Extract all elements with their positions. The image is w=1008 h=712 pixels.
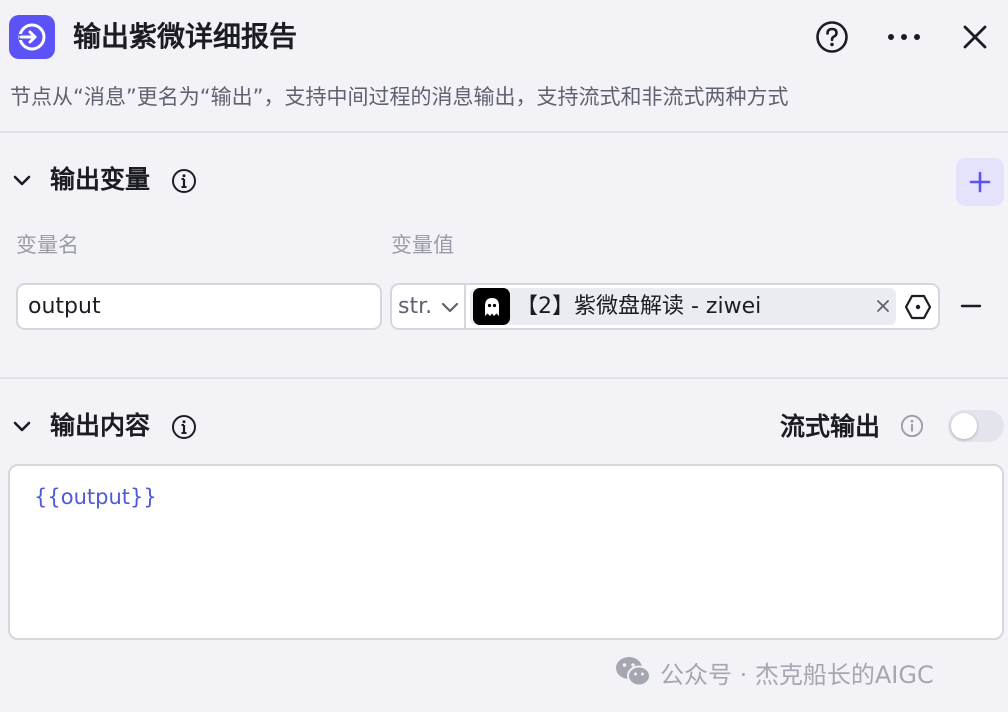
help-button[interactable] xyxy=(814,19,850,55)
info-icon[interactable] xyxy=(171,414,197,440)
variable-name-input[interactable] xyxy=(16,283,382,330)
divider xyxy=(0,377,1008,379)
streaming-output-label: 流式输出 xyxy=(780,412,881,441)
close-button[interactable] xyxy=(957,19,993,55)
add-variable-button[interactable] xyxy=(956,158,1004,206)
info-icon[interactable] xyxy=(900,414,924,438)
column-header-name: 变量名 xyxy=(16,233,79,257)
output-content-text: {{output}} xyxy=(34,485,157,509)
wechat-icon xyxy=(616,657,651,687)
streaming-toggle[interactable] xyxy=(948,410,1004,442)
variable-picker-icon[interactable] xyxy=(904,293,932,321)
question-circle-icon xyxy=(816,21,848,53)
variable-value-field: str. 【2】紫微盘解读 - ziwei xyxy=(390,283,940,330)
reference-label: 【2】紫微盘解读 - ziwei xyxy=(516,294,762,319)
page-title: 输出紫微详细报告 xyxy=(73,20,298,53)
type-select[interactable]: str. xyxy=(392,285,466,328)
remove-variable-button[interactable] xyxy=(958,293,984,319)
type-select-label: str. xyxy=(398,294,433,319)
close-icon xyxy=(963,25,987,49)
output-content-editor[interactable]: {{output}} xyxy=(8,464,1004,640)
node-description: 节点从“消息”更名为“输出”，支持中间过程的消息输出，支持流式和非流式两种方式 xyxy=(10,85,789,109)
reference-chip[interactable]: 【2】紫微盘解读 - ziwei xyxy=(470,288,896,325)
output-content-title: 输出内容 xyxy=(50,411,151,440)
divider xyxy=(0,131,1008,133)
chevron-down-icon[interactable] xyxy=(10,415,34,439)
column-header-value: 变量值 xyxy=(391,233,454,257)
panel-header: 输出紫微详细报告 xyxy=(0,0,1008,78)
toggle-knob xyxy=(951,413,977,439)
output-variables-title: 输出变量 xyxy=(50,165,151,194)
watermark: 公众号 · 杰克船长的AIGC xyxy=(614,652,934,692)
close-icon[interactable] xyxy=(874,297,892,315)
info-icon[interactable] xyxy=(171,168,197,194)
plus-icon xyxy=(969,171,991,193)
ghost-avatar-icon xyxy=(473,288,510,325)
output-arrow-icon xyxy=(9,15,55,59)
chevron-down-icon[interactable] xyxy=(10,169,34,193)
more-dots-icon xyxy=(888,34,920,40)
watermark-text: 公众号 · 杰克船长的AIGC xyxy=(660,660,934,689)
more-button[interactable] xyxy=(886,19,922,55)
chevron-down-icon xyxy=(442,302,459,312)
